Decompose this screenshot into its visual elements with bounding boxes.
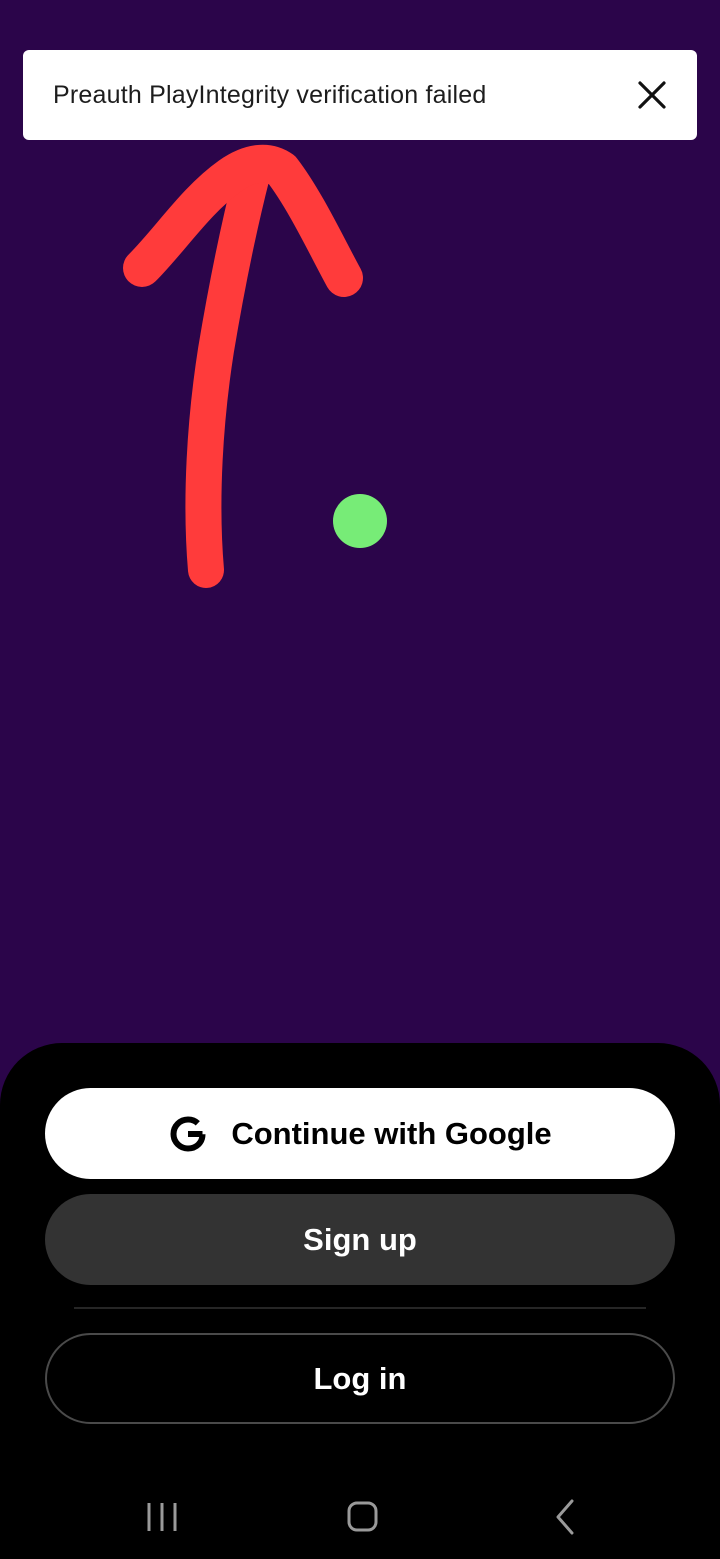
- log-in-button[interactable]: Log in: [45, 1333, 675, 1424]
- arrow-shaft: [185, 157, 270, 588]
- recents-icon[interactable]: [134, 1493, 190, 1541]
- google-icon: [168, 1114, 208, 1154]
- red-arrow-annotation: [123, 144, 363, 588]
- home-icon[interactable]: [334, 1493, 390, 1541]
- continue-with-google-button[interactable]: Continue with Google: [45, 1088, 675, 1179]
- back-icon[interactable]: [536, 1493, 592, 1541]
- continue-with-google-label: Continue with Google: [231, 1115, 552, 1151]
- log-in-label: Log in: [313, 1360, 407, 1396]
- touch-indicator-dot: [333, 494, 387, 548]
- system-navigation-bar: [0, 1475, 720, 1559]
- sign-up-label: Sign up: [303, 1221, 417, 1257]
- sign-up-button[interactable]: Sign up: [45, 1194, 675, 1285]
- divider: [74, 1307, 646, 1309]
